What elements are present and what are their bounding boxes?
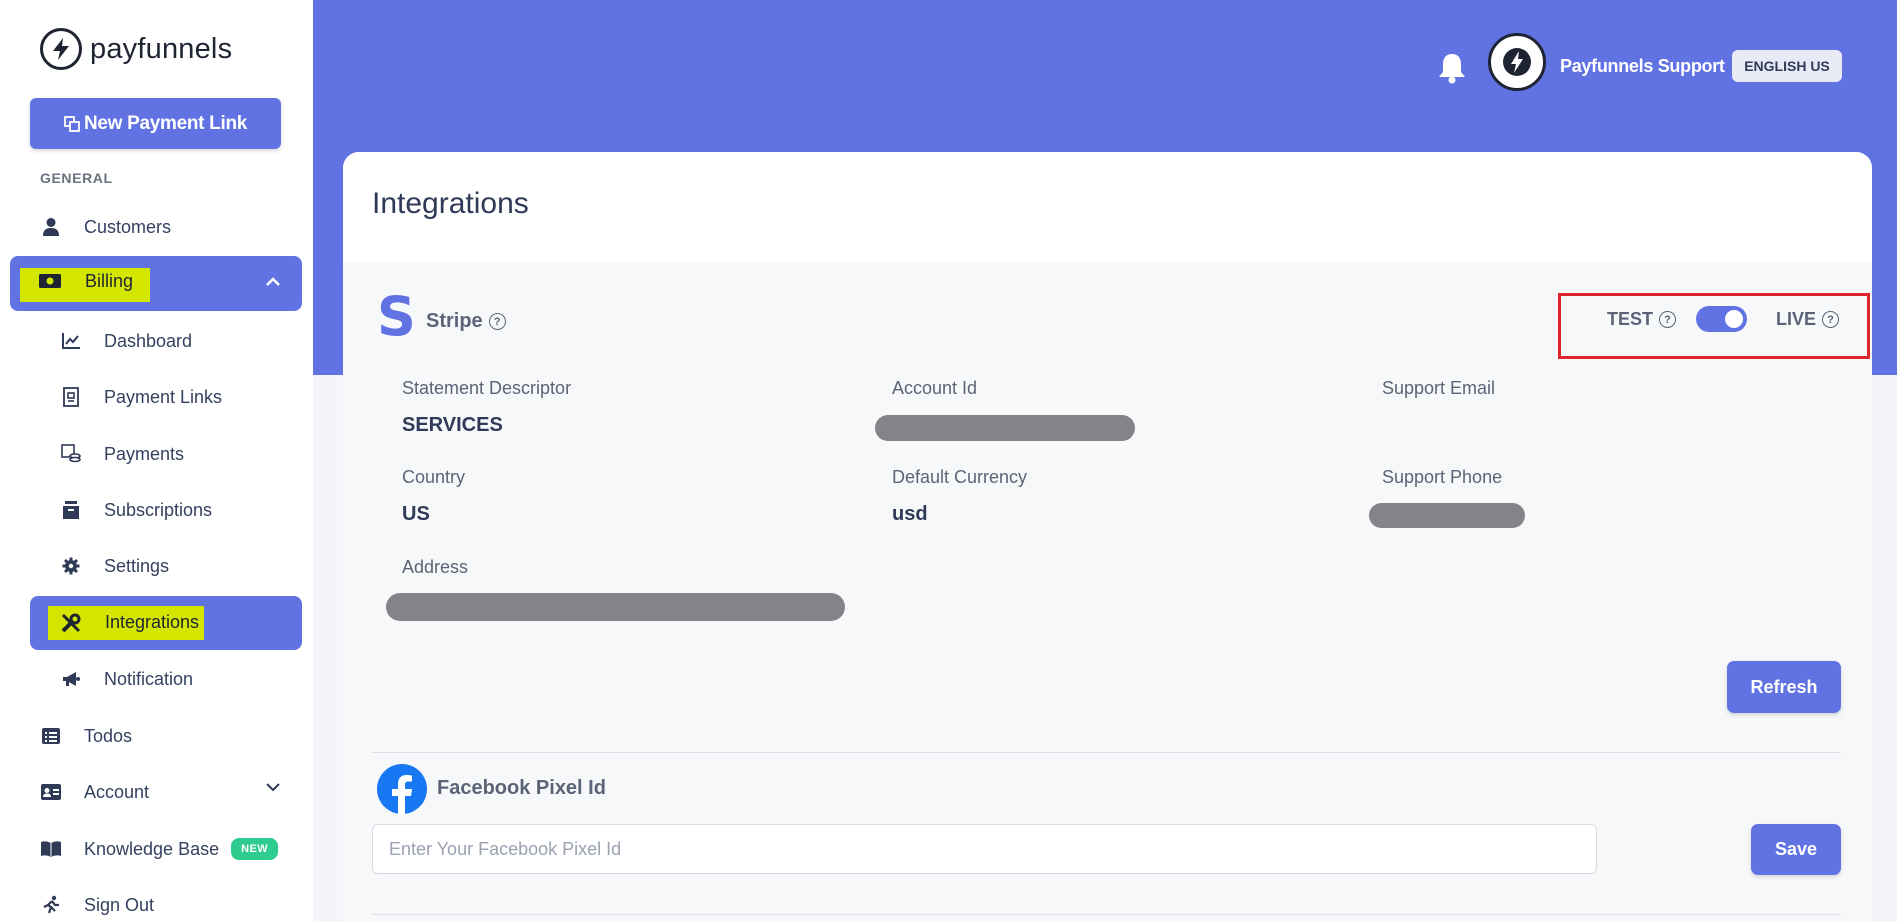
- sidebar-item-payments[interactable]: Payments: [60, 439, 184, 469]
- list-icon: [40, 725, 62, 747]
- sidebar-item-label: Knowledge Base: [84, 838, 220, 859]
- app-logo[interactable]: payfunnels: [40, 28, 232, 70]
- language-button[interactable]: ENGLISH US: [1732, 50, 1842, 82]
- facebook-pixel-input[interactable]: [372, 824, 1597, 874]
- lightning-logo-icon: [40, 28, 82, 70]
- help-circle-icon[interactable]: ?: [1659, 311, 1677, 328]
- mode-toggle[interactable]: [1696, 306, 1747, 332]
- mode-test-label: TEST: [1607, 309, 1654, 329]
- address-label: Address: [402, 557, 469, 577]
- sidebar-item-label: Dashboard: [104, 330, 193, 351]
- running-person-icon: [40, 894, 62, 916]
- stripe-title: Stripe ?: [426, 310, 506, 333]
- sidebar: payfunnels New Payment Link GENERAL Cust…: [0, 0, 313, 922]
- card-header: Integrations: [343, 152, 1872, 262]
- page-title: Integrations: [372, 187, 529, 220]
- facebook-icon: [376, 763, 428, 820]
- sidebar-item-notification[interactable]: Notification: [60, 664, 193, 694]
- statement-descriptor-value: SERVICES: [402, 414, 503, 436]
- toggle-knob: [1725, 310, 1743, 328]
- tools-icon: [60, 612, 82, 639]
- chevron-up-icon[interactable]: [265, 274, 281, 292]
- help-circle-icon[interactable]: ?: [1822, 311, 1840, 328]
- avatar[interactable]: [1488, 33, 1546, 91]
- help-circle-icon[interactable]: ?: [488, 313, 506, 330]
- archive-box-icon: [60, 499, 82, 521]
- sidebar-item-sign-out[interactable]: Sign Out: [40, 890, 154, 920]
- sidebar-item-label: Account: [84, 781, 150, 802]
- refresh-button[interactable]: Refresh: [1727, 661, 1841, 713]
- sidebar-item-label: Notification: [104, 668, 194, 689]
- sidebar-item-label: Customers: [84, 216, 172, 237]
- default-currency-value: usd: [892, 503, 928, 525]
- logo-text: payfunnels: [90, 32, 233, 65]
- sidebar-item-label: Subscriptions: [104, 499, 213, 520]
- sidebar-item-settings[interactable]: Settings: [60, 551, 169, 581]
- mode-live: LIVE ?: [1776, 309, 1840, 330]
- new-badge: NEW: [231, 838, 278, 860]
- default-currency-label: Default Currency: [892, 467, 1028, 487]
- id-card-icon: [40, 781, 62, 803]
- megaphone-icon: [60, 668, 82, 690]
- sidebar-item-label: Payment Links: [104, 386, 223, 407]
- section-label-general: GENERAL: [40, 170, 113, 186]
- money-bill-icon: [38, 272, 62, 295]
- new-payment-link-label: New Payment Link: [83, 112, 248, 134]
- sidebar-item-account[interactable]: Account: [40, 777, 149, 807]
- divider: [372, 752, 1841, 753]
- copy-icon: [64, 115, 80, 132]
- account-id-label: Account Id: [892, 378, 978, 398]
- statement-descriptor-label: Statement Descriptor: [402, 378, 572, 398]
- sidebar-item-todos[interactable]: Todos: [40, 721, 132, 751]
- redacted-account-id: [875, 415, 1135, 441]
- integrations-card: Integrations S Stripe ? TEST ? LIVE ? St…: [343, 152, 1872, 922]
- redacted-address: [386, 593, 845, 621]
- mode-live-label: LIVE: [1776, 309, 1817, 329]
- user-name[interactable]: Payfunnels Support: [1560, 56, 1725, 77]
- sidebar-item-label: Sign Out: [84, 894, 155, 915]
- stripe-logo: S: [377, 285, 416, 348]
- country-label: Country: [402, 467, 466, 487]
- sidebar-item-label: Payments: [104, 443, 185, 464]
- sidebar-item-label: Todos: [84, 725, 133, 746]
- stripe-name: Stripe: [426, 310, 483, 332]
- support-email-label: Support Email: [1382, 378, 1496, 398]
- gear-icon: [60, 555, 82, 577]
- sidebar-item-billing-label: Billing: [85, 271, 134, 291]
- sidebar-item-subscriptions[interactable]: Subscriptions: [60, 495, 212, 525]
- sidebar-item-customers[interactable]: Customers: [40, 212, 171, 242]
- facebook-pixel-label: Facebook Pixel Id: [437, 777, 606, 799]
- line-chart-icon: [60, 330, 82, 352]
- save-button[interactable]: Save: [1751, 824, 1841, 875]
- support-phone-label: Support Phone: [1382, 467, 1503, 487]
- chevron-down-icon[interactable]: [265, 780, 281, 798]
- sidebar-item-dashboard[interactable]: Dashboard: [60, 326, 192, 356]
- country-value: US: [402, 503, 430, 525]
- bell-icon[interactable]: [1437, 52, 1467, 89]
- coins-icon: [60, 443, 82, 465]
- sidebar-item-integrations-label: Integrations: [105, 612, 200, 632]
- new-payment-link-button[interactable]: New Payment Link: [30, 98, 281, 149]
- sidebar-item-knowledge-base[interactable]: Knowledge Base NEW: [40, 834, 278, 864]
- redacted-support-phone: [1369, 503, 1525, 528]
- receipt-icon: [60, 386, 82, 408]
- divider: [372, 914, 1841, 915]
- sidebar-item-label: Settings: [104, 555, 170, 576]
- mode-test: TEST ?: [1607, 309, 1677, 330]
- sidebar-item-payment-links[interactable]: Payment Links: [60, 382, 222, 412]
- user-icon: [40, 216, 62, 238]
- book-open-icon: [40, 838, 62, 860]
